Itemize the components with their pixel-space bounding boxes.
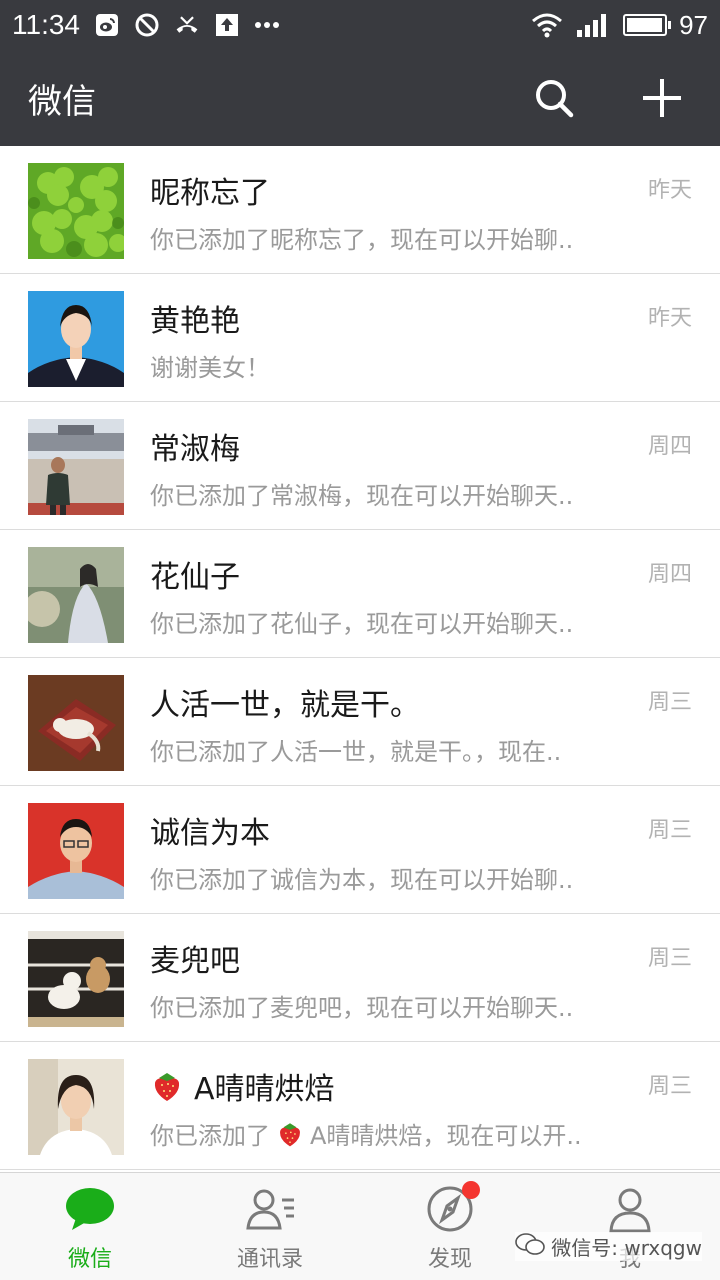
chat-preview: 你已添加了诚信为本，现在可以开始聊..: [150, 866, 574, 894]
chat-time: 周四: [647, 562, 692, 587]
chat-row[interactable]: 常淑梅 你已添加了常淑梅，现在可以开始聊天.. 周四: [0, 402, 720, 530]
chat-preview-suffix: A晴晴烘焙，现在可以开..: [310, 1122, 582, 1150]
chat-name: 黄艳艳: [150, 304, 240, 339]
upload-icon: [214, 12, 240, 38]
chat-row[interactable]: 昵称忘了 你已添加了昵称忘了，现在可以开始聊.. 昨天: [0, 146, 720, 274]
chat-name: 常淑梅: [150, 432, 240, 467]
chat-row[interactable]: A晴晴烘焙 你已添加了 A晴晴烘焙，现在可以开.. 周三: [0, 1042, 720, 1170]
tab-discover[interactable]: 发现: [360, 1173, 540, 1280]
avatar: [28, 291, 124, 387]
status-left: 11:34: [12, 9, 280, 41]
strawberry-icon: [276, 1120, 304, 1148]
avatar: [28, 419, 124, 515]
avatar: [28, 163, 124, 259]
watermark: 微信号: wrxqgw: [515, 1232, 702, 1261]
contacts-icon: [244, 1185, 296, 1233]
status-bar: 11:34 97: [0, 0, 720, 50]
chat-preview: 你已添加了麦兜吧，现在可以开始聊天..: [150, 994, 574, 1022]
chat-preview: 你已添加了昵称忘了，现在可以开始聊..: [150, 226, 574, 254]
chat-preview: 你已添加了花仙子，现在可以开始聊天..: [150, 610, 574, 638]
chat-row[interactable]: 诚信为本 你已添加了诚信为本，现在可以开始聊.. 周三: [0, 786, 720, 914]
tab-label: 微信: [67, 1247, 112, 1272]
chat-name: 人活一世，就是干。: [150, 688, 420, 723]
chat-preview: 你已添加了人活一世，就是干。，现在..: [150, 738, 562, 766]
weibo-icon: [94, 12, 120, 38]
title-actions: [530, 74, 692, 122]
tab-me[interactable]: 我: [540, 1173, 720, 1280]
search-icon[interactable]: [530, 74, 578, 122]
chat-name: A晴晴烘焙: [150, 1064, 335, 1108]
wechat-logo-icon: [515, 1232, 546, 1261]
notification-dot: [462, 1181, 480, 1199]
person-icon: [604, 1185, 656, 1233]
chat-name: 诚信为本: [150, 816, 270, 851]
chat-preview: 你已添加了 A晴晴烘焙，现在可以开..: [150, 1116, 605, 1151]
strawberry-icon: [150, 1069, 184, 1103]
blocked-icon: [134, 12, 160, 38]
tab-contacts[interactable]: 通讯录: [180, 1173, 360, 1280]
chat-list: 昵称忘了 你已添加了昵称忘了，现在可以开始聊.. 昨天 黄艳艳 谢谢美女！ 昨天: [0, 146, 720, 1172]
tab-label: 发现: [427, 1247, 472, 1272]
chat-row[interactable]: 麦兜吧 你已添加了麦兜吧，现在可以开始聊天.. 周三: [0, 914, 720, 1042]
chat-time: 周三: [647, 946, 692, 971]
chat-time: 昨天: [647, 178, 692, 203]
missed-call-icon: [174, 12, 200, 38]
chat-row[interactable]: 黄艳艳 谢谢美女！ 昨天: [0, 274, 720, 402]
page-title: 微信: [28, 81, 96, 122]
chat-row[interactable]: 人活一世，就是干。 你已添加了人活一世，就是干。，现在.. 周三: [0, 658, 720, 786]
chat-bubble-icon: [64, 1185, 116, 1233]
tab-wechat[interactable]: 微信: [0, 1173, 180, 1280]
chat-time: 周三: [647, 818, 692, 843]
chat-name: 昵称忘了: [150, 176, 270, 211]
avatar: [28, 803, 124, 899]
title-bar: 微信: [0, 50, 720, 146]
chat-time: 周三: [647, 690, 692, 715]
tab-bar: 微信 通讯录 发现 我: [0, 1172, 720, 1280]
chat-time: 周四: [647, 434, 692, 459]
avatar: [28, 675, 124, 771]
chat-time: 周三: [647, 1074, 692, 1099]
battery-icon: [623, 14, 672, 36]
plus-icon[interactable]: [638, 74, 686, 122]
chat-name: 麦兜吧: [150, 944, 240, 979]
chat-name: 花仙子: [150, 560, 240, 595]
avatar: [28, 547, 124, 643]
avatar: [28, 1059, 124, 1155]
wifi-icon: [531, 12, 563, 38]
chat-preview: 你已添加了常淑梅，现在可以开始聊天..: [150, 482, 574, 510]
avatar: [28, 931, 124, 1027]
signal-icon: [575, 12, 611, 38]
watermark-text: 微信号: wrxqgw: [551, 1236, 702, 1260]
tab-label: 通讯录: [236, 1247, 303, 1272]
chat-name-text: A晴晴烘焙: [194, 1072, 335, 1107]
more-dots-icon: [254, 12, 280, 38]
compass-icon: [424, 1181, 480, 1233]
battery-fill: [627, 18, 662, 32]
chat-time: 昨天: [647, 306, 692, 331]
status-right: 97: [531, 10, 708, 41]
status-time: 11:34: [12, 9, 80, 40]
chat-row[interactable]: 花仙子 你已添加了花仙子，现在可以开始聊天.. 周四: [0, 530, 720, 658]
chat-preview-prefix: 你已添加了: [150, 1122, 270, 1150]
chat-preview: 谢谢美女！: [150, 354, 270, 382]
battery-percent: 97: [679, 9, 708, 40]
